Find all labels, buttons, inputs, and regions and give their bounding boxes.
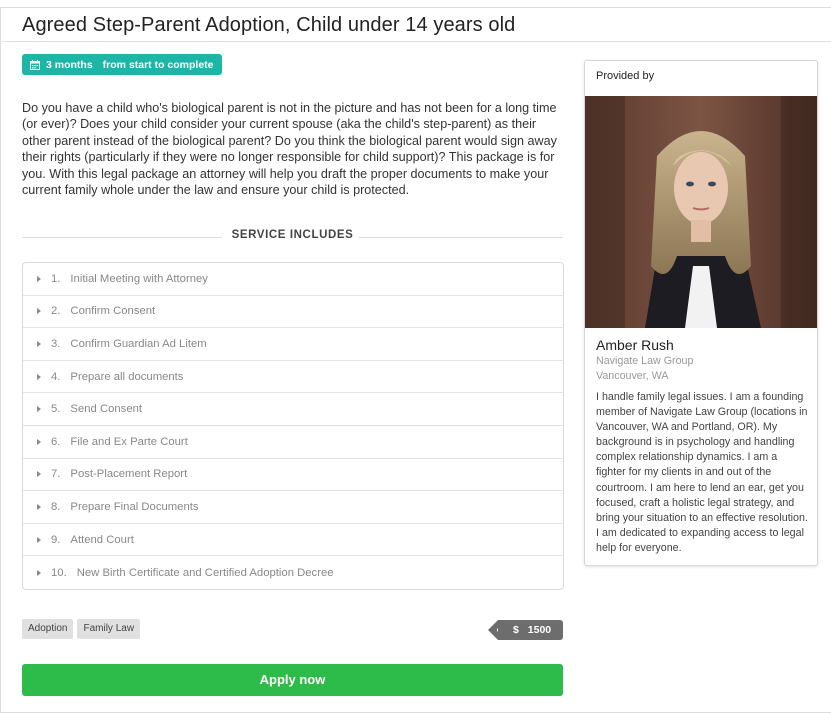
step-number: 8. [51,500,61,513]
step-item[interactable]: 6. File and Ex Parte Court [23,426,563,459]
tag-adoption[interactable]: Adoption [22,619,74,639]
step-number: 4. [51,370,61,383]
divider-line-right [359,237,563,238]
step-label: Send Consent [70,403,143,416]
step-item[interactable]: 7. Post-Placement Report [23,459,563,492]
provider-card: Provided by Amber Rush Navigate Law Grou… [584,60,818,566]
step-label: Confirm Consent [70,305,156,318]
provider-firm: Navigate Law Group [596,355,694,367]
apply-now-button[interactable]: Apply now [22,664,563,696]
step-number: 6. [51,435,61,448]
service-includes-heading: SERVICE INCLUDES [231,229,354,241]
step-label: Initial Meeting with Attorney [70,272,208,285]
price-tag-body: $ 1500 [498,620,563,640]
step-item[interactable]: 2. Confirm Consent [23,296,563,329]
page-title: Agreed Step-Parent Adoption, Child under… [22,14,516,36]
step-number: 1. [51,272,61,285]
tag-list: Adoption Family Law [22,619,141,639]
caret-right-icon [37,536,41,543]
step-item[interactable]: 5. Send Consent [23,393,563,426]
step-number: 2. [51,305,61,318]
step-number: 5. [51,403,61,416]
tag-family-law[interactable]: Family Law [77,619,141,639]
price-amount: 1500 [527,624,552,636]
provider-card-header: Provided by [596,70,655,82]
caret-right-icon [37,308,41,315]
step-item[interactable]: 3. Confirm Guardian Ad Litem [23,328,563,361]
package-description: Do you have a child who's biological par… [22,101,557,198]
step-item[interactable]: 4. Prepare all documents [23,361,563,394]
step-number: 3. [51,337,61,350]
provider-bio: I handle family legal issues. I am a fou… [596,391,808,554]
calendar-icon [30,59,40,70]
caret-right-icon [37,340,41,347]
step-item[interactable]: 1. Initial Meeting with Attorney [23,263,563,296]
caret-right-icon [37,471,41,478]
provider-name: Amber Rush [596,337,674,353]
step-label: Attend Court [70,533,134,546]
duration-badge: 3 months from start to complete [22,54,222,75]
step-label: Prepare Final Documents [70,500,199,513]
service-includes-divider: SERVICE INCLUDES [22,229,563,245]
step-item[interactable]: 8. Prepare Final Documents [23,491,563,524]
step-label: Post-Placement Report [70,468,188,481]
caret-right-icon [37,406,41,413]
step-number: 9. [51,533,61,546]
step-number: 10. [51,566,67,579]
step-item[interactable]: 9. Attend Court [23,524,563,557]
caret-right-icon [37,503,41,510]
caret-right-icon [37,373,41,380]
price-currency: $ [513,624,519,636]
step-item[interactable]: 10. New Birth Certificate and Certified A… [23,556,563,589]
duration-value: 3 months [46,58,93,71]
caret-right-icon [37,438,41,445]
provider-location: Vancouver, WA [596,370,669,382]
title-divider [0,41,831,42]
step-label: Prepare all documents [70,370,184,383]
caret-right-icon [37,569,41,576]
step-number: 7. [51,468,61,481]
step-label: New Birth Certificate and Certified Adop… [76,566,334,579]
provider-photo [585,96,817,328]
service-steps-list: 1. Initial Meeting with Attorney 2. Confir… [22,262,564,590]
duration-suffix: from start to complete [102,58,214,71]
step-label: File and Ex Parte Court [70,435,188,448]
caret-right-icon [37,275,41,282]
step-label: Confirm Guardian Ad Litem [70,337,207,350]
